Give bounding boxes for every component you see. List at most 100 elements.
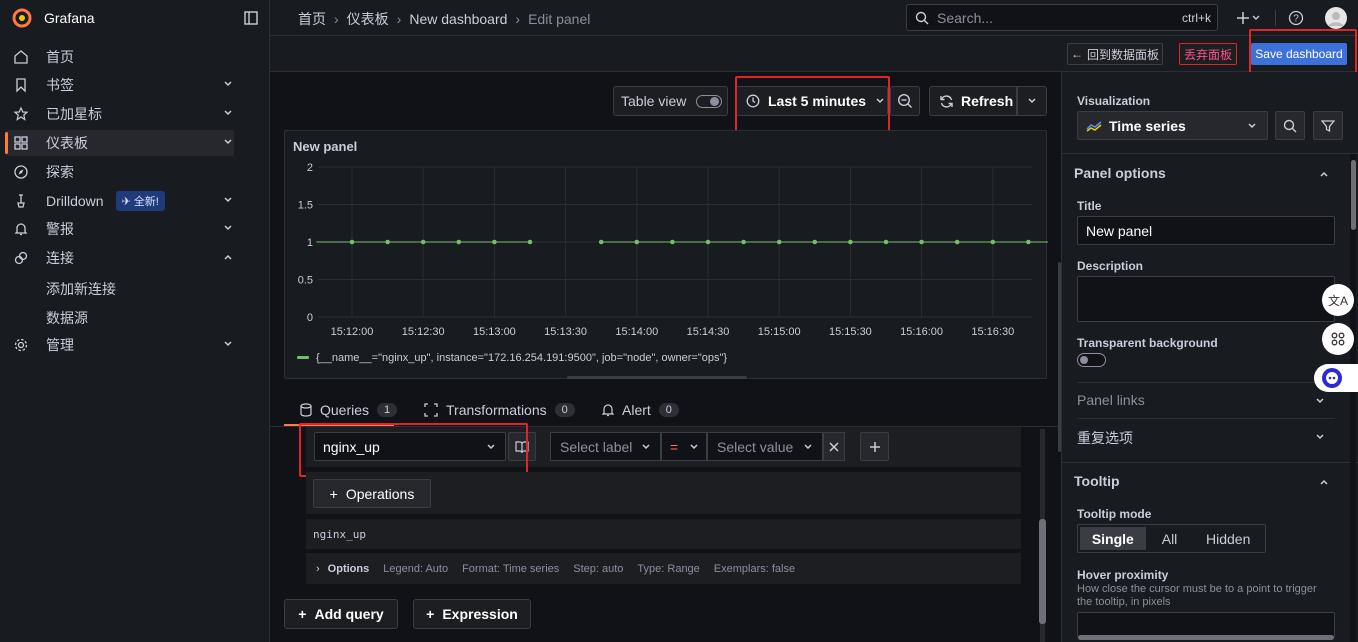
back-to-dashboard-button[interactable]: ← 回到数据面板	[1067, 43, 1163, 65]
chevron-up-icon[interactable]	[1318, 168, 1330, 180]
horizontal-scrollbar-thumb[interactable]	[1078, 635, 1334, 640]
tooltip-mode-single[interactable]: Single	[1080, 527, 1146, 550]
brand[interactable]: Grafana	[12, 6, 95, 30]
dashboards-icon	[6, 135, 36, 151]
plus-icon: +	[426, 606, 435, 622]
value-select[interactable]: Select value	[707, 432, 823, 461]
filter-options-button[interactable]	[1313, 111, 1343, 140]
chevron-down-icon[interactable]	[1314, 431, 1326, 443]
chevron-down-icon[interactable]	[222, 136, 234, 148]
sidebar-item-connections[interactable]: 连接	[6, 245, 234, 271]
sidebar-subitem-add-connection[interactable]: 添加新连接	[46, 279, 116, 299]
discard-panel-button[interactable]: 丢弃面板	[1179, 43, 1237, 65]
sidebar-item-label: 仪表板	[46, 135, 88, 151]
sidebar-item-administration[interactable]: 管理	[6, 332, 234, 358]
x-tick-label: 15:15:00	[758, 326, 801, 338]
dock-menu-icon[interactable]	[244, 11, 258, 25]
chevron-down-icon	[688, 441, 700, 453]
search-icon	[915, 11, 929, 25]
operator-select[interactable]: =	[661, 432, 707, 461]
chevron-up-icon[interactable]	[1318, 476, 1330, 488]
repeat-options-section[interactable]: 重复选项	[1077, 428, 1133, 448]
sidebar-item-label: 书签	[46, 77, 74, 93]
search-options-button[interactable]	[1275, 111, 1305, 140]
sidebar-item-drilldown[interactable]: Drilldown ✈ 全新!	[6, 188, 234, 214]
refresh-interval-dropdown[interactable]	[1017, 86, 1047, 116]
sidebar-item-home[interactable]: 首页	[6, 44, 234, 70]
scrollbar-thumb[interactable]	[1351, 160, 1356, 230]
data-point	[883, 239, 889, 245]
tooltip-title[interactable]: Tooltip	[1074, 473, 1120, 489]
tab-alert[interactable]: Alert 0	[602, 402, 679, 418]
save-dashboard-button[interactable]: Save dashboard	[1251, 43, 1347, 65]
option-legend: Legend: Auto	[383, 562, 449, 575]
label-select[interactable]: Select label	[550, 432, 661, 461]
tab-transformations[interactable]: Transformations 0	[424, 402, 575, 418]
breadcrumb-dashboard[interactable]: New dashboard	[409, 11, 507, 27]
refresh-button[interactable]: Refresh	[929, 86, 1017, 116]
tab-queries[interactable]: Queries 1	[300, 402, 398, 418]
assistant-icon[interactable]	[1314, 364, 1358, 392]
title-input[interactable]: New panel	[1077, 216, 1335, 245]
add-query-button[interactable]: + Add query	[284, 599, 398, 629]
sidebar-item-dashboards[interactable]: 仪表板	[5, 130, 234, 156]
sidebar-item-bookmarks[interactable]: 书签	[6, 72, 234, 98]
remove-label-button[interactable]	[823, 432, 845, 461]
new-badge-label: 全新!	[133, 196, 159, 208]
visualization-picker[interactable]: Time series	[1077, 111, 1268, 140]
search-input[interactable]: Search... ctrl+k	[906, 4, 1218, 31]
chevron-down-icon[interactable]	[222, 338, 234, 350]
compass-icon	[6, 164, 36, 180]
sidebar-item-alerting[interactable]: 警报	[6, 216, 234, 242]
chevron-down-icon[interactable]	[222, 78, 234, 90]
sidebar-item-starred[interactable]: 已加星标	[6, 101, 234, 127]
home-icon	[6, 49, 36, 65]
breadcrumb: 首页 › 仪表板 › New dashboard › Edit panel	[298, 9, 590, 29]
star-icon	[6, 106, 36, 122]
transparent-background-toggle[interactable]	[1077, 353, 1106, 367]
metric-select[interactable]: nginx_up	[314, 432, 506, 461]
chevron-down-icon[interactable]	[1314, 395, 1326, 407]
scrollbar-thumb[interactable]	[1039, 519, 1046, 624]
tooltip-mode-hidden[interactable]: Hidden	[1193, 527, 1263, 550]
avatar[interactable]	[1325, 7, 1347, 29]
sidebar-item-explore[interactable]: 探索	[6, 159, 234, 185]
option-format: Format: Time series	[462, 562, 560, 575]
plus-icon[interactable]	[1236, 10, 1262, 26]
breadcrumb-home[interactable]: 首页	[298, 9, 326, 29]
metric-value: nginx_up	[323, 438, 380, 455]
chevron-down-icon[interactable]	[222, 194, 234, 206]
metrics-explorer-button[interactable]	[508, 432, 536, 461]
panel-resize-handle[interactable]	[567, 376, 747, 379]
table-view-toggle[interactable]: Table view	[613, 86, 728, 116]
time-series-chart[interactable]: 0 0.5 1 1.5 2 15:12:00 15:12:30 15:13:00 15:13:3…	[285, 159, 1048, 379]
query-options-row[interactable]: › Options Legend: Auto Format: Time seri…	[306, 553, 1021, 584]
chevron-down-icon[interactable]	[222, 222, 234, 234]
add-operation-button[interactable]: + Operations	[313, 479, 431, 508]
link-icon	[6, 250, 36, 266]
time-range-picker[interactable]: Last 5 minutes	[736, 86, 888, 116]
sidebar-subitem-data-sources[interactable]: 数据源	[46, 308, 88, 328]
help-icon[interactable]: ?	[1288, 10, 1304, 26]
breadcrumb-dashboards[interactable]: 仪表板	[347, 9, 389, 29]
add-expression-button[interactable]: + Expression	[413, 599, 531, 629]
toggle-switch[interactable]	[696, 94, 723, 108]
add-label-button[interactable]	[860, 432, 889, 461]
tooltip-mode-all[interactable]: All	[1148, 527, 1192, 550]
option-exemplars: Exemplars: false	[713, 562, 796, 575]
sidebar-item-label: 管理	[46, 337, 74, 353]
translate-icon[interactable]: 文A	[1322, 284, 1354, 316]
apps-grid-icon[interactable]	[1322, 323, 1354, 355]
hover-proximity-label: Hover proximity	[1077, 568, 1169, 582]
search-shortcut: ctrl+k	[1181, 10, 1211, 25]
chevron-up-icon[interactable]	[222, 251, 234, 263]
panel-links-section[interactable]: Panel links	[1077, 392, 1145, 408]
label-select-placeholder: Select label	[560, 438, 633, 455]
chevron-down-icon[interactable]	[222, 107, 234, 119]
description-textarea[interactable]	[1077, 276, 1335, 322]
panel-title: New panel	[293, 139, 358, 154]
data-point	[848, 239, 853, 245]
zoom-out-button[interactable]	[890, 86, 920, 116]
legend-label: {__name__="nginx_up", instance="172.16.2…	[316, 352, 727, 364]
panel-options-title[interactable]: Panel options	[1074, 165, 1166, 181]
